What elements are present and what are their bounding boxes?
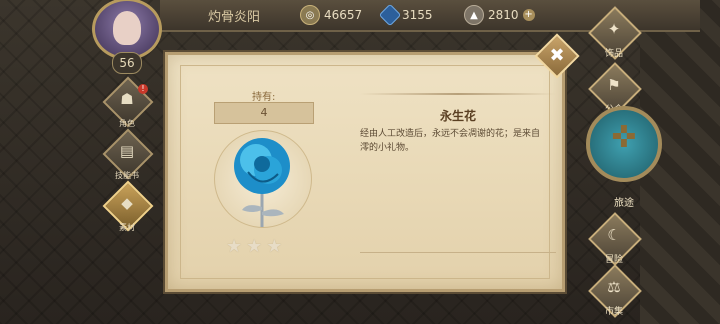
nav-journey[interactable]: ✜ 旅途 [586, 106, 662, 210]
gold-coin-icon: ◎ [300, 5, 320, 25]
sidebar-item-label: 素材 [119, 223, 135, 232]
nav-market[interactable]: ⚖ 市集 [584, 264, 644, 322]
nav-adventure[interactable]: ☾ 冒险 [584, 212, 644, 270]
guild-icon: ⚑ [607, 76, 621, 94]
nav-label: 旅途 [614, 198, 634, 209]
journey-emblem-icon: ✜ [611, 120, 637, 155]
sidebar-item-skill-book[interactable]: ▤ 技能书 [102, 128, 154, 180]
stone-value: 2810 [488, 8, 519, 22]
blue-rose-icon [234, 138, 290, 227]
accessory-icon: ✦ [607, 20, 621, 38]
player-name: 灼骨炎阳 [208, 10, 261, 25]
item-description: 经由人工改造后，永远不会凋谢的花；是来自澪的小礼物。 [360, 129, 541, 153]
nav-label: 饰品 [604, 49, 623, 59]
sidebar-item-label: 技能书 [115, 171, 139, 180]
star-icon: ★ [246, 236, 263, 257]
star-icon: ★ [266, 236, 283, 257]
add-stone-button[interactable]: + [522, 9, 535, 21]
gem-value: 3155 [402, 8, 433, 22]
character-icon: ☗ [120, 90, 134, 108]
owned-label: 持有: [252, 92, 276, 103]
stone-counter: ▲ 2810 + [464, 4, 535, 26]
alert-badge: ! [138, 84, 148, 94]
owned-count: 4 [214, 102, 314, 124]
nav-accessory[interactable]: ✦ 饰品 [584, 6, 644, 64]
player-avatar[interactable] [92, 0, 162, 60]
left-sidebar: ☗ ! 角色 ▤ 技能书 ◆ 素材 [98, 72, 158, 242]
gem-counter: 3155 [378, 3, 433, 27]
book-icon: ▤ [119, 142, 135, 160]
blue-gem-icon [378, 3, 402, 27]
sidebar-item-materials[interactable]: ◆ 素材 [102, 180, 154, 232]
title-decoration [360, 93, 556, 95]
star-icon: ★ [226, 236, 243, 257]
nav-label: 冒险 [604, 255, 623, 265]
gold-value: 46657 [324, 8, 363, 22]
adventure-icon: ☾ [607, 226, 621, 244]
player-level: 56 [112, 52, 142, 74]
divider [360, 252, 556, 253]
nav-label: 市集 [604, 307, 623, 317]
gold-counter: ◎ 46657 [300, 4, 362, 26]
rarity-stars: ★ ★ ★ [226, 236, 282, 257]
materials-icon: ◆ [121, 194, 133, 212]
sidebar-item-label: 角色 [119, 119, 135, 128]
close-icon: ✖ [549, 45, 565, 66]
sidebar-item-character[interactable]: ☗ ! 角色 [102, 76, 154, 128]
market-icon: ⚖ [607, 278, 621, 296]
item-name: 永生花 [439, 109, 476, 123]
stone-icon: ▲ [464, 5, 484, 25]
